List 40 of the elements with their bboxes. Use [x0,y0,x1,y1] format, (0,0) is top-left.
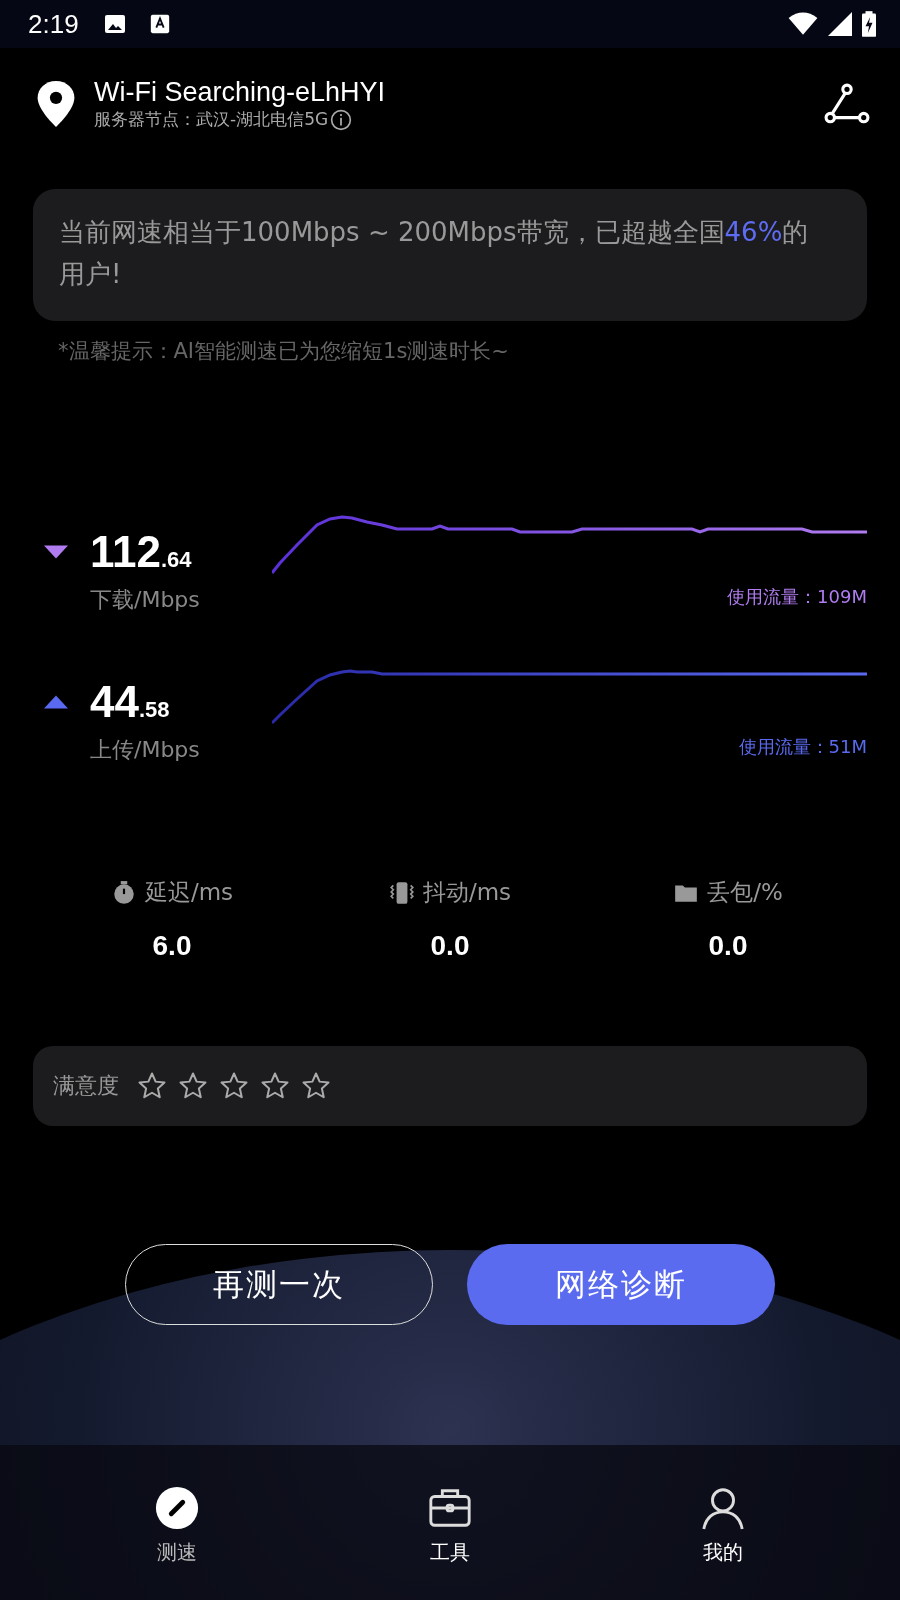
star-icon[interactable] [260,1071,290,1101]
speedometer-icon [153,1485,200,1531]
font-icon [148,13,171,35]
battery-icon [862,11,876,37]
vibration-icon [388,879,415,906]
star-icon[interactable] [301,1071,331,1101]
speed-value: 112.64 [90,527,192,577]
hint-text: *温馨提示：AI智能测速已为您缩短1s测速时长~ [58,338,510,365]
metric-value: 0.0 [708,930,748,962]
metric-value: 0.0 [430,930,470,962]
image-icon [102,12,127,36]
signal-icon [828,12,852,36]
status-time: 2:19 [28,8,79,40]
star-icon[interactable] [137,1071,167,1101]
metric-label: 延迟/ms [144,878,234,907]
server-node-label: 服务器节点：武汉-湖北电信5G [94,108,329,131]
star-icon[interactable] [219,1071,249,1101]
up-triangle-icon [44,695,68,709]
nav-tab[interactable]: 工具 [370,1445,530,1600]
diagnose-button[interactable]: 网络诊断 [467,1244,775,1325]
metric-label: 丢包/% [707,878,783,907]
info-icon[interactable] [330,108,353,131]
star-icon[interactable] [178,1071,208,1101]
down-triangle-icon [44,545,68,559]
nav-tab[interactable]: 测速 [96,1445,257,1600]
rating-label: 满意度 [53,1072,119,1100]
speed-value: 44.58 [90,677,170,727]
metric-value: 6.0 [152,930,192,962]
data-usage: 使用流量：109M [727,585,867,609]
speed-unit-label: 上传/Mbps [90,736,201,764]
data-usage: 使用流量：51M [738,735,867,759]
route-icon[interactable] [824,82,870,125]
network-name: Wi-Fi Searching-eLhHYI [94,76,386,108]
wifi-icon [788,12,818,36]
speed-summary: 当前网速相当于100Mbps ~ 200Mbps带宽，已超越全国46%的用户! [59,216,810,291]
speed-unit-label: 下载/Mbps [90,586,201,614]
person-icon [700,1485,747,1531]
nav-tab[interactable]: 我的 [643,1445,804,1600]
metric-label: 抖动/ms [422,878,512,907]
location-pin-icon [36,80,76,127]
